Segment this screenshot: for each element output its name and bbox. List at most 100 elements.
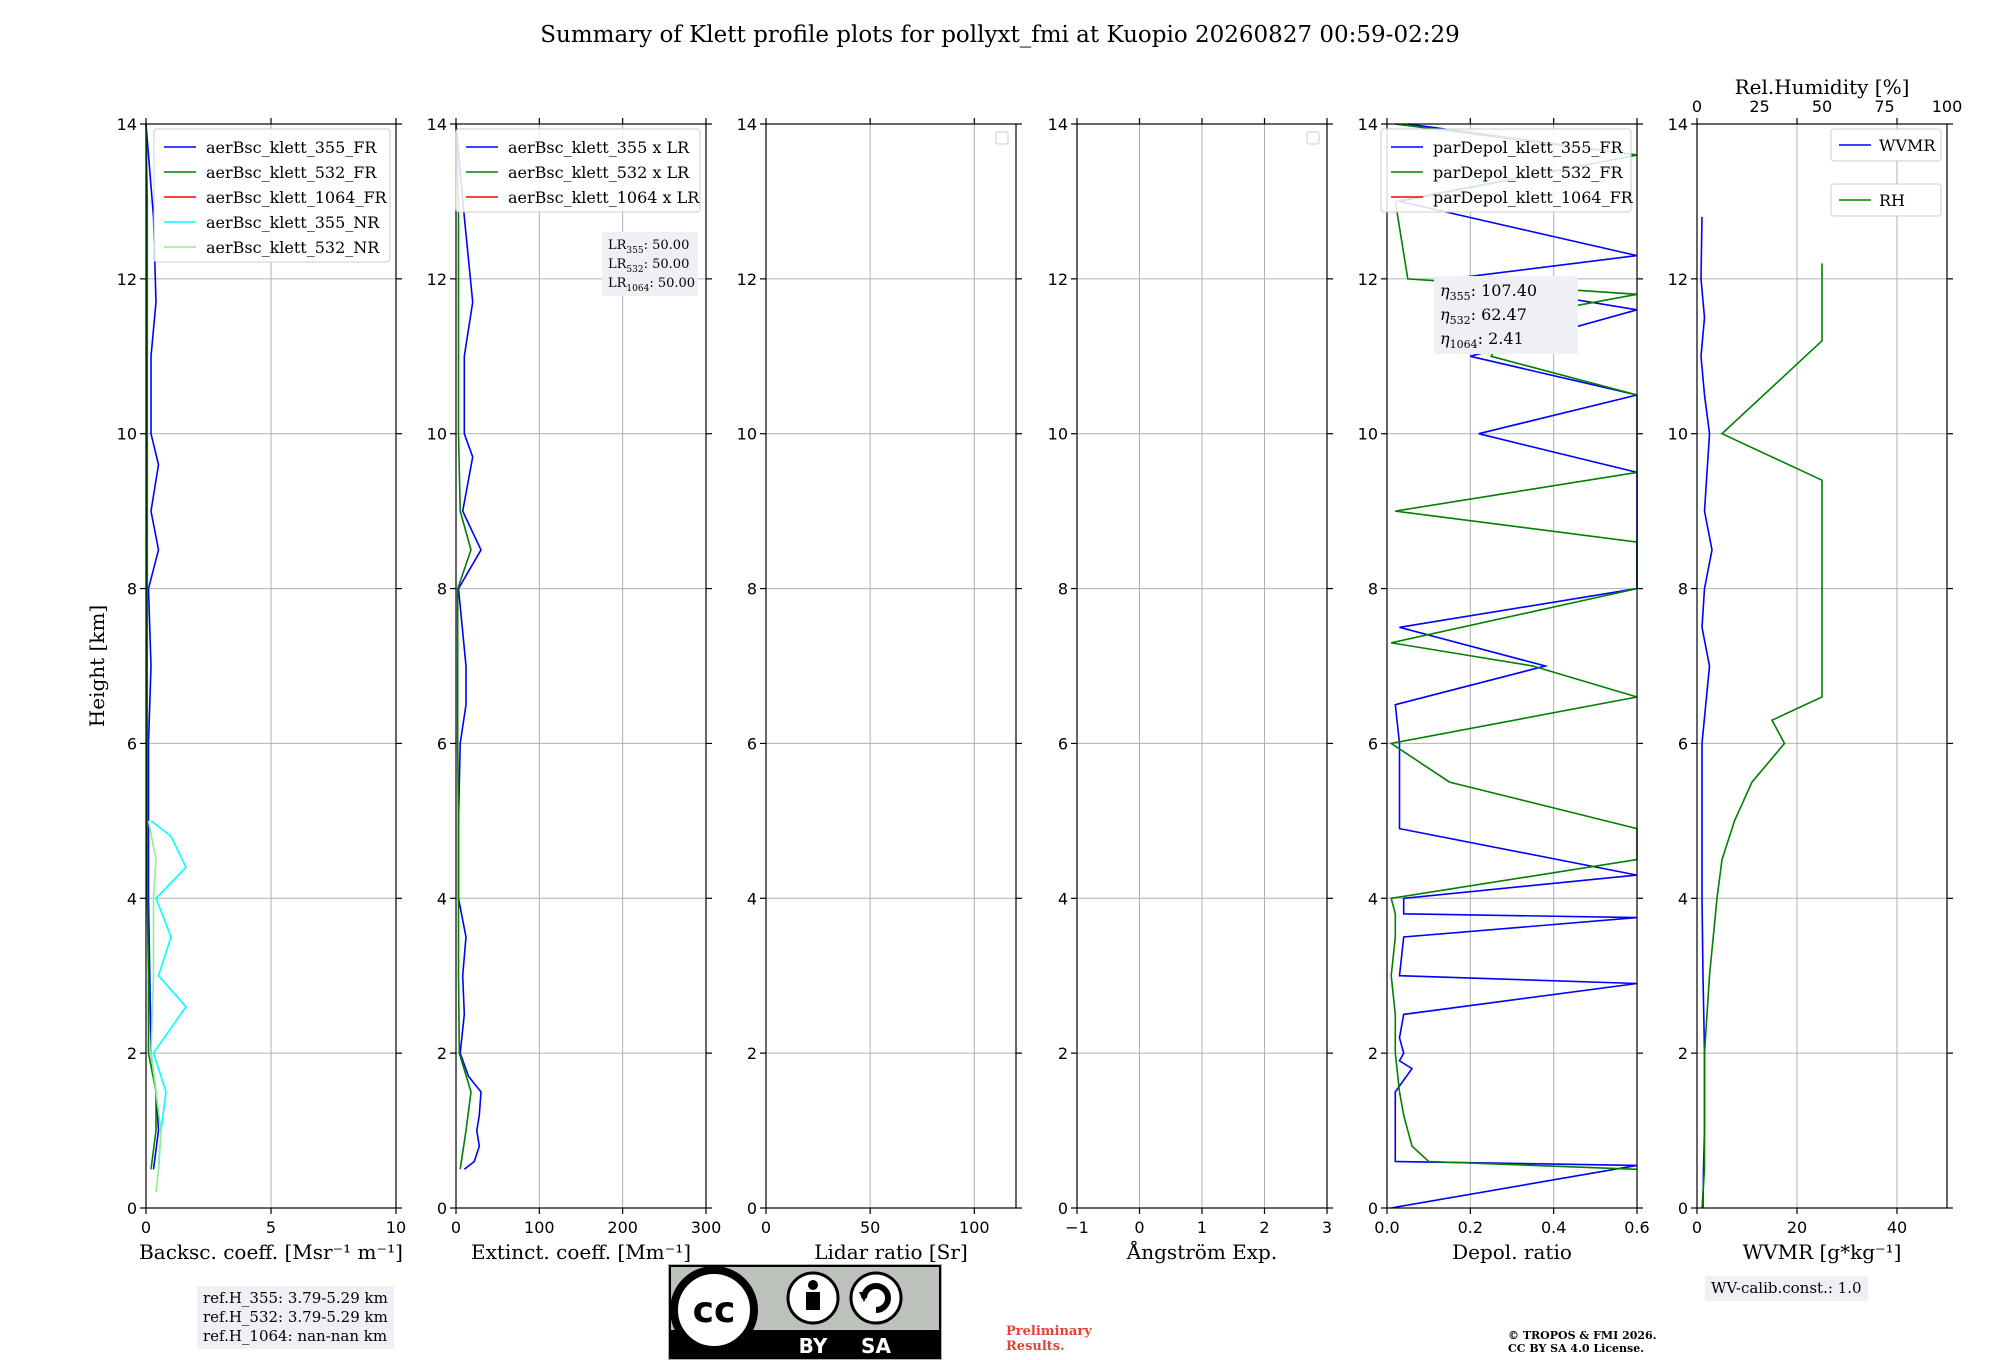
- panel-2: 0 2 4 6 8 10 12 14 0 50 100 Lidar ratio [Sr]: [737, 115, 1022, 1264]
- y-tick-label: 0: [747, 1199, 757, 1218]
- y-tick-label: 10: [737, 425, 757, 444]
- y-tick-label: 2: [1368, 1044, 1378, 1063]
- y-tick-label: 2: [1058, 1044, 1068, 1063]
- preliminary-line-1: Preliminary: [1006, 1324, 1092, 1339]
- refh-355-text: ref.H_355: 3.79-5.29 km: [203, 1289, 388, 1307]
- legend-label: aerBsc_klett_532 x LR: [508, 163, 690, 182]
- y-tick-label: 0: [1368, 1199, 1378, 1218]
- x2-tick-label: 50: [1812, 97, 1832, 116]
- legend-label: parDepol_klett_1064_FR: [1433, 188, 1634, 207]
- x-axis-label: Extinct. coeff. [Mm⁻¹]: [471, 1240, 691, 1264]
- x-tick-label: 1: [1197, 1218, 1207, 1237]
- x-tick-label: 100: [524, 1218, 555, 1237]
- y-tick-label: 6: [127, 734, 137, 753]
- y-tick-label: 4: [1678, 889, 1688, 908]
- y-tick-label: 4: [437, 889, 447, 908]
- y-tick-label: 14: [1668, 115, 1688, 134]
- svg-text:BY: BY: [799, 1334, 828, 1358]
- y-tick-label: 12: [737, 270, 757, 289]
- y-tick-label: 2: [747, 1044, 757, 1063]
- reference-height-box: ref.H_355: 3.79-5.29 km ref.H_532: 3.79-…: [197, 1286, 394, 1349]
- plot-frame: [765, 123, 1017, 1209]
- copyright-line-2: CC BY SA 4.0 License.: [1508, 1342, 1645, 1355]
- x-tick-label: 0: [761, 1218, 771, 1237]
- y-tick-label: 14: [1358, 115, 1378, 134]
- x-tick-label: 100: [959, 1218, 990, 1237]
- y-tick-label: 6: [1368, 734, 1378, 753]
- wv-calib-box: WV-calib.const.: 1.0: [1705, 1276, 1868, 1301]
- y-tick-label: 14: [117, 115, 137, 134]
- x-tick-label: 50: [860, 1218, 880, 1237]
- y-tick-label: 0: [127, 1199, 137, 1218]
- x-tick-label: 5: [266, 1218, 276, 1237]
- y-tick-label: 10: [117, 425, 137, 444]
- empty-legend-box: [1306, 131, 1320, 145]
- y-tick-label: 12: [1668, 270, 1688, 289]
- series-group: [145, 123, 188, 1193]
- x-tick-label: 0.6: [1624, 1218, 1649, 1237]
- preliminary-line-2: Results.: [1006, 1339, 1065, 1354]
- y-tick-label: 2: [437, 1044, 447, 1063]
- panel-0: 0 2 4 6 8 10 12 14 0 5 10 Backsc. coeff. [Msr⁻¹ m⁻¹…: [85, 115, 406, 1264]
- legend-label: aerBsc_klett_1064 x LR: [508, 188, 700, 207]
- y-tick-label: 4: [127, 889, 137, 908]
- x2-axis-label: Rel.Humidity [%]: [1735, 75, 1910, 99]
- x-axis-label: Backsc. coeff. [Msr⁻¹ m⁻¹]: [139, 1240, 403, 1264]
- y-tick-label: 14: [427, 115, 447, 134]
- y-tick-label: 6: [1058, 734, 1068, 753]
- x2-tick-label: 0: [1692, 97, 1702, 116]
- x-tick-label: 0.4: [1541, 1218, 1566, 1237]
- series-group: [455, 123, 482, 1170]
- y-tick-label: 4: [747, 889, 757, 908]
- refh-532-text: ref.H_532: 3.79-5.29 km: [203, 1308, 388, 1326]
- cc-by-sa-license-logo: cc BY SA: [668, 1264, 942, 1360]
- panel-4: 0 2 4 6 8 10 12 14 0.0 0.2 0.4 0.6 Depol. ratio parDe…: [1358, 115, 1650, 1264]
- y-tick-label: 12: [427, 270, 447, 289]
- share-alike-icon: [849, 1271, 903, 1325]
- y-tick-label: 0: [1678, 1199, 1688, 1218]
- y-tick-label: 12: [1048, 270, 1068, 289]
- legend-label: parDepol_klett_532_FR: [1433, 163, 1624, 182]
- legend-label: aerBsc_klett_532_NR: [206, 238, 380, 257]
- y-tick-label: 4: [1058, 889, 1068, 908]
- legend-label: RH: [1879, 191, 1905, 210]
- series-line-aerBsc_klett_355 x LR: [455, 123, 482, 1170]
- y-axis-label: Height [km]: [85, 605, 109, 727]
- x-tick-label: 0: [141, 1218, 151, 1237]
- wv-calib-text: WV-calib.const.: 1.0: [1711, 1279, 1862, 1297]
- y-tick-label: 8: [1678, 580, 1688, 599]
- series-line-WVMR: [1700, 216, 1713, 1209]
- series-line-RH: [1701, 263, 1823, 1209]
- x2-tick-label: 25: [1749, 97, 1769, 116]
- y-tick-label: 2: [127, 1044, 137, 1063]
- empty-legend-box: [995, 131, 1009, 145]
- y-tick-label: 8: [747, 580, 757, 599]
- legend-label: aerBsc_klett_532_FR: [206, 163, 377, 182]
- y-tick-label: 10: [1358, 425, 1378, 444]
- y-tick-label: 8: [1058, 580, 1068, 599]
- x-axis-label: Lidar ratio [Sr]: [814, 1240, 968, 1264]
- y-tick-label: 10: [1048, 425, 1068, 444]
- legend-label: WVMR: [1879, 136, 1936, 155]
- x-axis-label: WVMR [g*kg⁻¹]: [1743, 1240, 1902, 1264]
- y-tick-label: 4: [1368, 889, 1378, 908]
- copyright-note: © TROPOS & FMI 2026. CC BY SA 4.0 Licens…: [1508, 1329, 1657, 1355]
- y-tick-label: 6: [747, 734, 757, 753]
- legend-label: aerBsc_klett_355_NR: [206, 213, 380, 232]
- y-tick-label: 14: [1048, 115, 1068, 134]
- y-tick-label: 6: [1678, 734, 1688, 753]
- x-tick-label: 3: [1322, 1218, 1332, 1237]
- refh-1064-text: ref.H_1064: nan-nan km: [203, 1327, 388, 1345]
- x-tick-label: 0.2: [1458, 1218, 1483, 1237]
- x-axis-label: Ångström Exp.: [1126, 1239, 1277, 1264]
- x-tick-label: 2: [1259, 1218, 1269, 1237]
- y-tick-label: 8: [1368, 580, 1378, 599]
- y-tick-label: 0: [1058, 1199, 1068, 1218]
- y-tick-label: 2: [1678, 1044, 1688, 1063]
- svg-text:cc: cc: [693, 1290, 736, 1331]
- y-tick-label: 10: [427, 425, 447, 444]
- x2-tick-label: 100: [1932, 97, 1963, 116]
- x-tick-label: 0.0: [1374, 1218, 1399, 1237]
- y-tick-label: 8: [437, 580, 447, 599]
- y-tick-label: 6: [437, 734, 447, 753]
